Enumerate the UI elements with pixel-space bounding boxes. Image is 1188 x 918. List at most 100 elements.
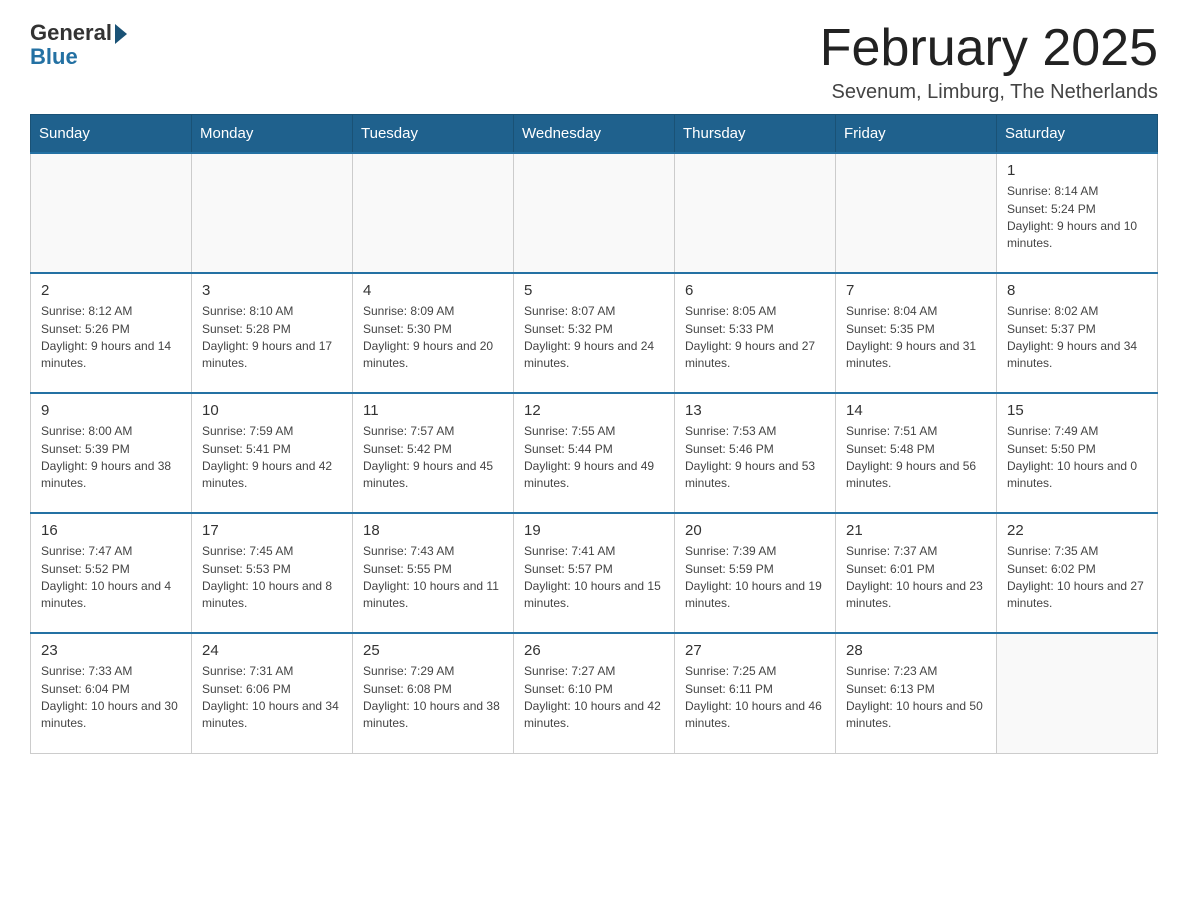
day-info: Sunrise: 8:00 AMSunset: 5:39 PMDaylight:… bbox=[41, 423, 181, 493]
day-info: Sunrise: 7:27 AMSunset: 6:10 PMDaylight:… bbox=[524, 663, 664, 733]
calendar-cell: 7Sunrise: 8:04 AMSunset: 5:35 PMDaylight… bbox=[836, 273, 997, 393]
day-info: Sunrise: 8:14 AMSunset: 5:24 PMDaylight:… bbox=[1007, 183, 1147, 253]
calendar-cell: 3 Sunrise: 8:10 AMSunset: 5:28 PMDaylight… bbox=[192, 273, 353, 393]
day-info: Sunrise: 7:33 AMSunset: 6:04 PMDaylight:… bbox=[41, 663, 181, 733]
calendar-week-row: 1Sunrise: 8:14 AMSunset: 5:24 PMDaylight… bbox=[31, 153, 1158, 273]
day-info: Sunrise: 7:29 AMSunset: 6:08 PMDaylight:… bbox=[363, 663, 503, 733]
day-info: Sunrise: 7:47 AMSunset: 5:52 PMDaylight:… bbox=[41, 543, 181, 613]
day-number: 24 bbox=[202, 642, 342, 659]
calendar-cell bbox=[514, 153, 675, 273]
day-number: 21 bbox=[846, 522, 986, 539]
weekday-header-tuesday: Tuesday bbox=[353, 115, 514, 154]
calendar-cell bbox=[31, 153, 192, 273]
calendar-table: SundayMondayTuesdayWednesdayThursdayFrid… bbox=[30, 114, 1158, 754]
day-number: 6 bbox=[685, 282, 825, 299]
day-number: 23 bbox=[41, 642, 181, 659]
day-info: Sunrise: 7:25 AMSunset: 6:11 PMDaylight:… bbox=[685, 663, 825, 733]
day-info: Sunrise: 7:43 AMSunset: 5:55 PMDaylight:… bbox=[363, 543, 503, 613]
calendar-header-row: SundayMondayTuesdayWednesdayThursdayFrid… bbox=[31, 115, 1158, 154]
calendar-cell: 16 Sunrise: 7:47 AMSunset: 5:52 PMDayligh… bbox=[31, 513, 192, 633]
logo-general-text: General bbox=[30, 20, 112, 46]
calendar-cell: 25 Sunrise: 7:29 AMSunset: 6:08 PMDayligh… bbox=[353, 633, 514, 753]
calendar-cell: 2 Sunrise: 8:12 AMSunset: 5:26 PMDaylight… bbox=[31, 273, 192, 393]
logo: General Blue bbox=[30, 20, 127, 70]
day-number: 20 bbox=[685, 522, 825, 539]
calendar-cell bbox=[192, 153, 353, 273]
calendar-cell: 11 Sunrise: 7:57 AMSunset: 5:42 PMDayligh… bbox=[353, 393, 514, 513]
day-info: Sunrise: 7:31 AMSunset: 6:06 PMDaylight:… bbox=[202, 663, 342, 733]
calendar-cell: 20 Sunrise: 7:39 AMSunset: 5:59 PMDayligh… bbox=[675, 513, 836, 633]
calendar-cell: 12 Sunrise: 7:55 AMSunset: 5:44 PMDayligh… bbox=[514, 393, 675, 513]
day-number: 4 bbox=[363, 282, 503, 299]
calendar-cell: 14 Sunrise: 7:51 AMSunset: 5:48 PMDayligh… bbox=[836, 393, 997, 513]
day-number: 28 bbox=[846, 642, 986, 659]
day-info: Sunrise: 8:07 AMSunset: 5:32 PMDaylight:… bbox=[524, 303, 664, 373]
calendar-cell: 15Sunrise: 7:49 AMSunset: 5:50 PMDayligh… bbox=[997, 393, 1158, 513]
calendar-cell bbox=[836, 153, 997, 273]
calendar-cell: 6 Sunrise: 8:05 AMSunset: 5:33 PMDaylight… bbox=[675, 273, 836, 393]
day-info: Sunrise: 7:59 AMSunset: 5:41 PMDaylight:… bbox=[202, 423, 342, 493]
day-number: 18 bbox=[363, 522, 503, 539]
day-number: 3 bbox=[202, 282, 342, 299]
day-info: Sunrise: 7:57 AMSunset: 5:42 PMDaylight:… bbox=[363, 423, 503, 493]
day-info: Sunrise: 7:23 AMSunset: 6:13 PMDaylight:… bbox=[846, 663, 986, 733]
weekday-header-thursday: Thursday bbox=[675, 115, 836, 154]
day-info: Sunrise: 8:10 AMSunset: 5:28 PMDaylight:… bbox=[202, 303, 342, 373]
weekday-header-sunday: Sunday bbox=[31, 115, 192, 154]
weekday-header-friday: Friday bbox=[836, 115, 997, 154]
day-number: 19 bbox=[524, 522, 664, 539]
day-number: 26 bbox=[524, 642, 664, 659]
calendar-cell: 8 Sunrise: 8:02 AMSunset: 5:37 PMDaylight… bbox=[997, 273, 1158, 393]
day-number: 27 bbox=[685, 642, 825, 659]
day-info: Sunrise: 8:02 AMSunset: 5:37 PMDaylight:… bbox=[1007, 303, 1147, 373]
day-number: 9 bbox=[41, 402, 181, 419]
day-number: 5 bbox=[524, 282, 664, 299]
calendar-cell bbox=[997, 633, 1158, 753]
logo-arrow-icon bbox=[115, 24, 127, 44]
month-title: February 2025 bbox=[820, 20, 1158, 77]
day-info: Sunrise: 8:05 AMSunset: 5:33 PMDaylight:… bbox=[685, 303, 825, 373]
day-info: Sunrise: 7:55 AMSunset: 5:44 PMDaylight:… bbox=[524, 423, 664, 493]
day-number: 15 bbox=[1007, 402, 1147, 419]
calendar-week-row: 9 Sunrise: 8:00 AMSunset: 5:39 PMDaylight… bbox=[31, 393, 1158, 513]
title-section: February 2025 Sevenum, Limburg, The Neth… bbox=[820, 20, 1158, 104]
day-number: 13 bbox=[685, 402, 825, 419]
logo-blue-text: Blue bbox=[30, 44, 78, 70]
calendar-cell: 21Sunrise: 7:37 AMSunset: 6:01 PMDayligh… bbox=[836, 513, 997, 633]
weekday-header-wednesday: Wednesday bbox=[514, 115, 675, 154]
day-info: Sunrise: 7:51 AMSunset: 5:48 PMDaylight:… bbox=[846, 423, 986, 493]
day-number: 2 bbox=[41, 282, 181, 299]
day-info: Sunrise: 7:45 AMSunset: 5:53 PMDaylight:… bbox=[202, 543, 342, 613]
calendar-cell: 18 Sunrise: 7:43 AMSunset: 5:55 PMDayligh… bbox=[353, 513, 514, 633]
weekday-header-monday: Monday bbox=[192, 115, 353, 154]
day-number: 25 bbox=[363, 642, 503, 659]
calendar-cell: 26 Sunrise: 7:27 AMSunset: 6:10 PMDayligh… bbox=[514, 633, 675, 753]
location-subtitle: Sevenum, Limburg, The Netherlands bbox=[820, 81, 1158, 104]
calendar-cell: 23 Sunrise: 7:33 AMSunset: 6:04 PMDayligh… bbox=[31, 633, 192, 753]
day-number: 7 bbox=[846, 282, 986, 299]
day-number: 22 bbox=[1007, 522, 1147, 539]
day-number: 8 bbox=[1007, 282, 1147, 299]
calendar-cell bbox=[675, 153, 836, 273]
day-info: Sunrise: 8:09 AMSunset: 5:30 PMDaylight:… bbox=[363, 303, 503, 373]
calendar-cell: 9 Sunrise: 8:00 AMSunset: 5:39 PMDaylight… bbox=[31, 393, 192, 513]
calendar-cell: 28 Sunrise: 7:23 AMSunset: 6:13 PMDayligh… bbox=[836, 633, 997, 753]
day-info: Sunrise: 8:12 AMSunset: 5:26 PMDaylight:… bbox=[41, 303, 181, 373]
day-info: Sunrise: 7:53 AMSunset: 5:46 PMDaylight:… bbox=[685, 423, 825, 493]
calendar-cell: 17Sunrise: 7:45 AMSunset: 5:53 PMDayligh… bbox=[192, 513, 353, 633]
day-info: Sunrise: 7:39 AMSunset: 5:59 PMDaylight:… bbox=[685, 543, 825, 613]
day-number: 14 bbox=[846, 402, 986, 419]
day-number: 10 bbox=[202, 402, 342, 419]
calendar-cell bbox=[353, 153, 514, 273]
calendar-cell: 5 Sunrise: 8:07 AMSunset: 5:32 PMDaylight… bbox=[514, 273, 675, 393]
day-number: 12 bbox=[524, 402, 664, 419]
calendar-cell: 22Sunrise: 7:35 AMSunset: 6:02 PMDayligh… bbox=[997, 513, 1158, 633]
day-info: Sunrise: 7:41 AMSunset: 5:57 PMDaylight:… bbox=[524, 543, 664, 613]
calendar-cell: 1Sunrise: 8:14 AMSunset: 5:24 PMDaylight… bbox=[997, 153, 1158, 273]
day-number: 16 bbox=[41, 522, 181, 539]
calendar-cell: 19 Sunrise: 7:41 AMSunset: 5:57 PMDayligh… bbox=[514, 513, 675, 633]
day-number: 11 bbox=[363, 402, 503, 419]
calendar-cell: 27 Sunrise: 7:25 AMSunset: 6:11 PMDayligh… bbox=[675, 633, 836, 753]
weekday-header-saturday: Saturday bbox=[997, 115, 1158, 154]
calendar-cell: 10 Sunrise: 7:59 AMSunset: 5:41 PMDayligh… bbox=[192, 393, 353, 513]
